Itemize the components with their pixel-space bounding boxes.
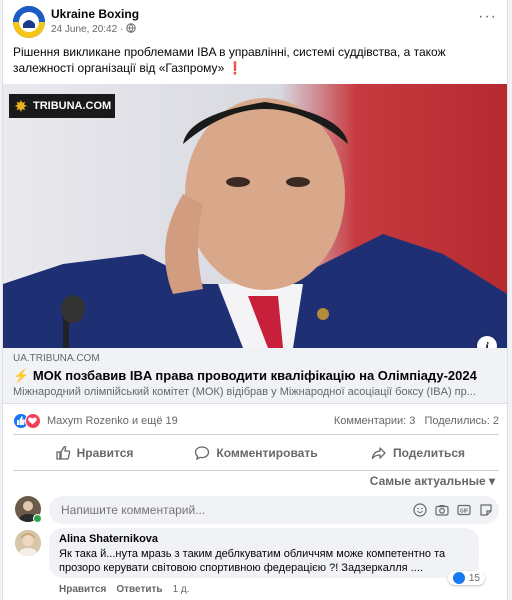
photo-illustration <box>3 84 507 348</box>
post-date[interactable]: 24 June, 20:42 <box>51 24 117 35</box>
comment-reply-link[interactable]: Ответить <box>116 584 162 595</box>
lightning-emoji: ⚡ <box>13 368 30 383</box>
link-title[interactable]: ⚡ МОК позбавив IBA права проводити квалі… <box>13 368 477 384</box>
watermark: ✸ TRIBUNA.COM <box>9 94 115 118</box>
comment-composer: GIF <box>13 496 499 524</box>
comment-likes-count: 15 <box>468 572 480 584</box>
post-image[interactable]: ✸ TRIBUNA.COM <box>3 84 507 348</box>
post-text: Рішення викликане проблемами IBA в управ… <box>13 44 501 76</box>
star-icon: ✸ <box>15 98 27 114</box>
page-avatar[interactable] <box>13 6 45 38</box>
avatar[interactable] <box>15 530 41 556</box>
link-domain: UA.TRIBUNA.COM <box>13 353 100 364</box>
share-label: Поделиться <box>392 446 466 460</box>
comment-sort-dropdown[interactable]: Самые актуальные ▾ <box>370 474 495 488</box>
camera-icon[interactable] <box>435 503 449 517</box>
divider <box>13 434 499 435</box>
post-header: Ukraine Boxing 24 June, 20:42 · ··· <box>3 0 507 42</box>
comment-icon <box>195 446 210 461</box>
link-description: Міжнародний олімпійський комітет (МОК) в… <box>13 386 476 398</box>
globe-icon <box>126 23 136 35</box>
link-preview[interactable]: UA.TRIBUNA.COM ⚡ МОК позбавив IBA права … <box>3 348 507 404</box>
sticker-icon[interactable] <box>479 503 493 517</box>
post-card: Ukraine Boxing 24 June, 20:42 · ··· Ріше… <box>2 0 508 600</box>
thumbs-up-icon <box>55 445 70 460</box>
love-reaction-icon <box>25 413 41 429</box>
share-button[interactable]: Поделиться <box>337 438 499 468</box>
page-name[interactable]: Ukraine Boxing <box>51 7 139 21</box>
comment-text: Як така й...нута мразь з таким деблкуват… <box>59 548 446 574</box>
comment-time[interactable]: 1 д. <box>173 584 190 595</box>
online-status-indicator <box>33 514 42 523</box>
link-title-text: МОК позбавив IBA права проводити кваліфі… <box>32 368 477 383</box>
shares-count[interactable]: Поделились: 2 <box>424 415 499 427</box>
engagement-counts: Комментарии: 3 Поделились: 2 <box>334 415 499 427</box>
like-label: Нравится <box>76 446 134 460</box>
comment-like-link[interactable]: Нравится <box>59 584 106 595</box>
reaction-stats: Maxym Rozenko и ещё 19 Комментарии: 3 По… <box>13 412 499 430</box>
comments-count[interactable]: Комментарии: 3 <box>334 415 416 427</box>
comment-reaction-count[interactable]: 15 <box>447 571 485 585</box>
divider <box>13 470 499 471</box>
like-reaction-icon <box>452 572 465 584</box>
exclamation-emoji: ❗ <box>227 61 243 75</box>
svg-text:GIF: GIF <box>460 508 468 514</box>
comment-actions: Нравится Ответить 1 д. <box>59 584 190 595</box>
commenter-name[interactable]: Alina Shaternikova <box>59 533 469 545</box>
comment-button[interactable]: Комментировать <box>175 438 337 468</box>
comment: Alina Shaternikova Як така й...нута мраз… <box>13 528 499 600</box>
post-meta: 24 June, 20:42 · <box>51 23 136 35</box>
post-actions: Нравится Комментировать Поделиться <box>13 438 499 468</box>
comment-label: Комментировать <box>216 446 318 460</box>
like-button[interactable]: Нравится <box>13 438 175 468</box>
reaction-icons[interactable] <box>13 413 43 429</box>
comment-tools: GIF <box>413 503 493 517</box>
comment-bubble: Alina Shaternikova Як така й...нута мраз… <box>49 528 479 578</box>
gif-icon[interactable]: GIF <box>457 503 471 517</box>
share-icon <box>371 447 386 460</box>
emoji-icon[interactable] <box>413 503 427 517</box>
more-options-button[interactable]: ··· <box>478 8 497 26</box>
watermark-text: TRIBUNA.COM <box>33 100 112 112</box>
meta-separator: · <box>119 24 124 35</box>
reactors-text[interactable]: Maxym Rozenko и ещё 19 <box>47 415 178 427</box>
